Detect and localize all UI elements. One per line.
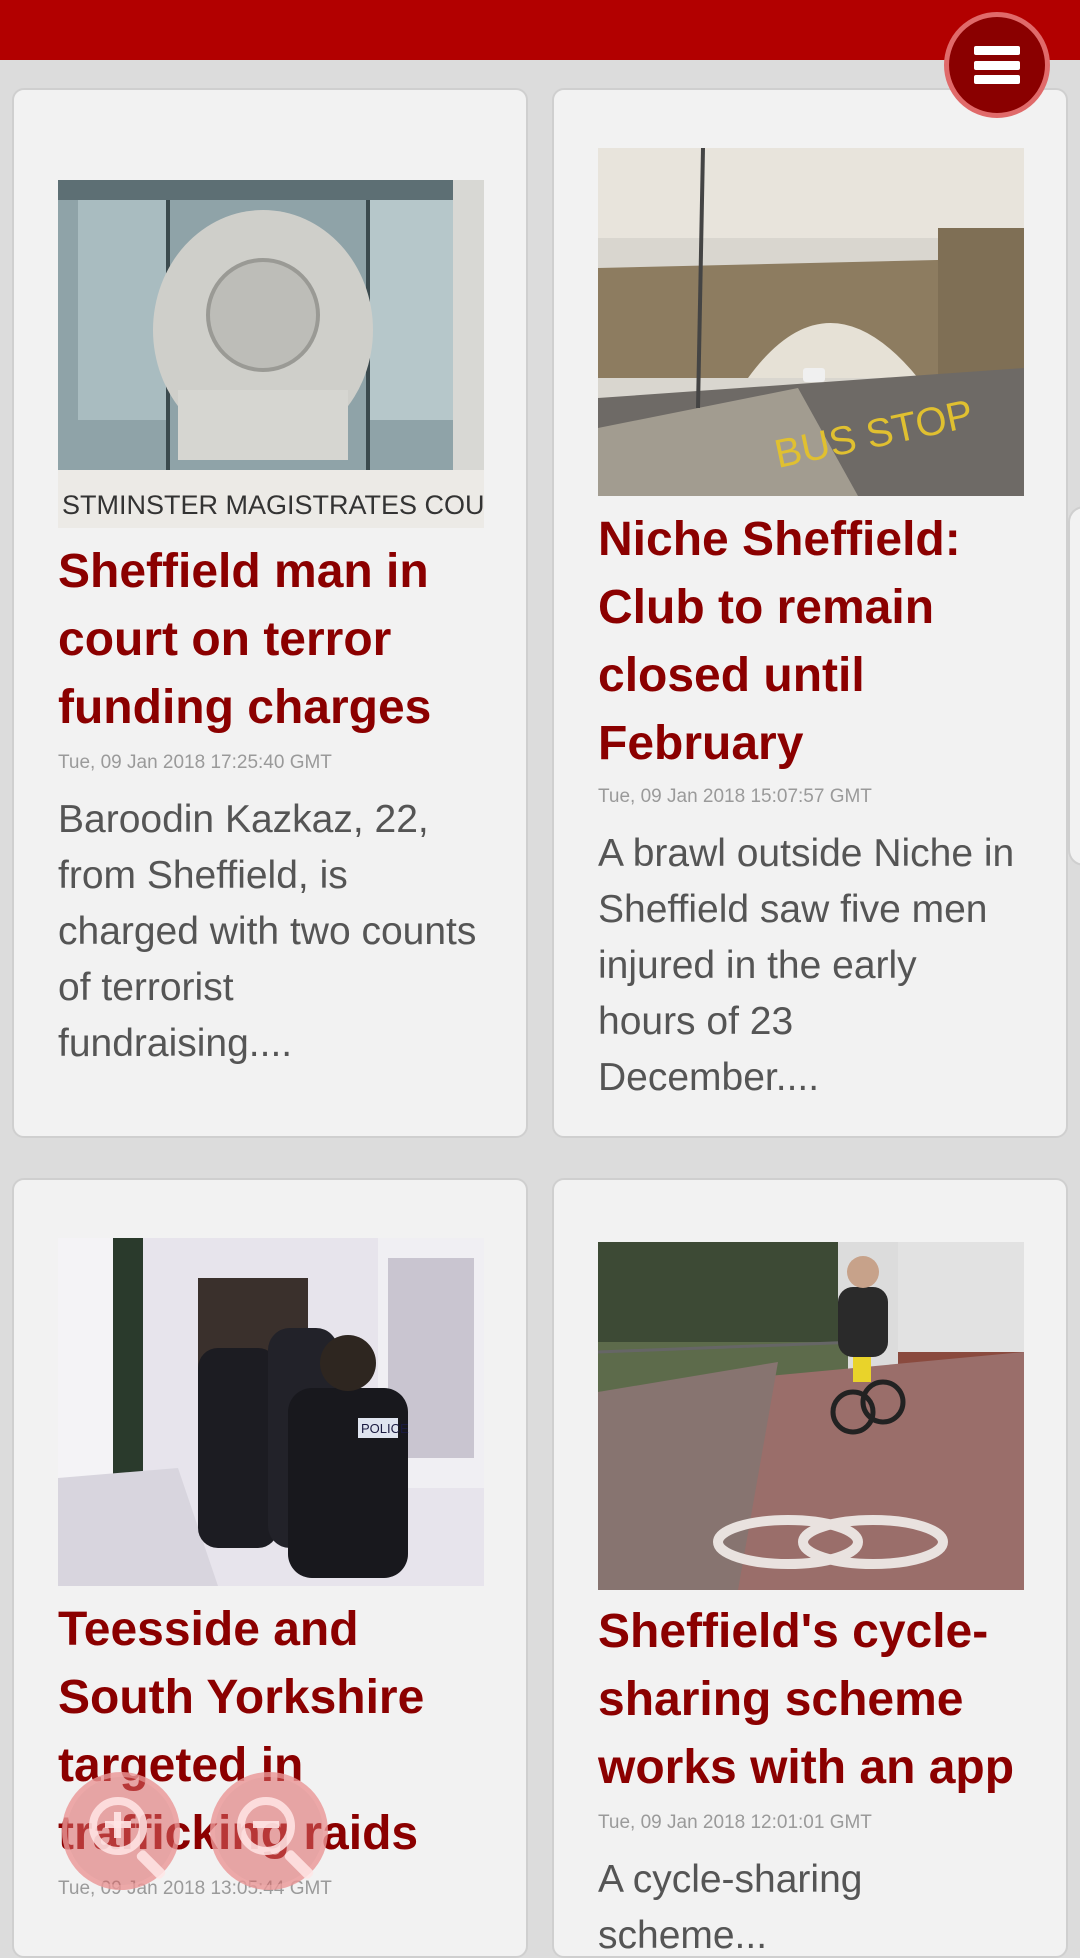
article-summary: A brawl outside Niche in Sheffield saw f…: [598, 832, 1015, 1099]
article-image-bridge: BUS STOP: [598, 148, 1024, 496]
article-summary: Baroodin Kazkaz, 22, from Sheffield, is …: [58, 798, 477, 1065]
article-card[interactable]: BUS STOP Niche Sheffield: Club to remain…: [552, 88, 1068, 1138]
article-date: Tue, 09 Jan 2018 15:07:57 GMT: [598, 786, 872, 807]
side-tab[interactable]: [1068, 506, 1080, 866]
article-card[interactable]: STMINSTER MAGISTRATES COUR Sheffield man…: [12, 88, 528, 1138]
menu-button[interactable]: [944, 12, 1050, 118]
article-title[interactable]: Sheffield man in court on terror funding…: [58, 538, 478, 742]
police-vest-text: POLICE: [361, 1421, 409, 1436]
article-summary: A cycle-sharing scheme...: [598, 1858, 863, 1957]
article-card[interactable]: Sheffield's cycle-sharing scheme works w…: [552, 1178, 1068, 1958]
zoom-in-button[interactable]: [62, 1772, 180, 1890]
article-title[interactable]: Niche Sheffield: Club to remain closed u…: [598, 506, 1018, 778]
article-date: Tue, 09 Jan 2018 17:25:40 GMT: [58, 752, 332, 773]
article-date: Tue, 09 Jan 2018 12:01:01 GMT: [598, 1812, 872, 1833]
article-image-police: POLICE: [58, 1238, 484, 1586]
zoom-out-button[interactable]: [210, 1772, 328, 1890]
article-image-cycling: [598, 1242, 1024, 1590]
hamburger-menu-icon: [974, 46, 1020, 84]
article-title[interactable]: Sheffield's cycle-sharing scheme works w…: [598, 1598, 1018, 1802]
top-bar: [0, 0, 1080, 60]
court-sign-text: STMINSTER MAGISTRATES COUR: [62, 490, 484, 520]
article-image-court: STMINSTER MAGISTRATES COUR: [58, 180, 484, 528]
